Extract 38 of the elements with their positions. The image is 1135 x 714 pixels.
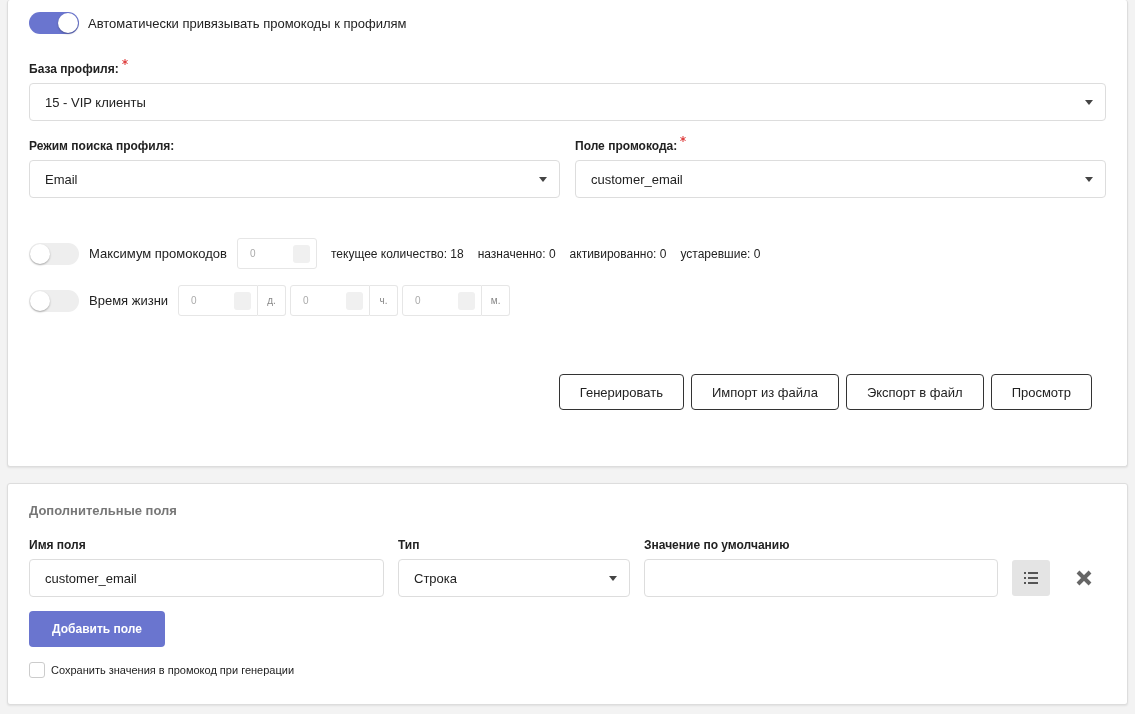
column-label: Значение по умолчанию [644, 538, 791, 552]
stat-text: устаревшие: 0 [680, 246, 761, 261]
unit-addon: ч. [370, 285, 399, 316]
default-value-input[interactable] [644, 559, 998, 597]
unit-addon: м. [482, 285, 511, 316]
field-label: База профиля: [29, 62, 119, 76]
column-label: Имя поля [29, 538, 87, 552]
toggle-label: Время жизни [89, 293, 169, 308]
stat-text: активированно: 0 [569, 246, 667, 261]
field-name-input[interactable]: customer_email [29, 559, 384, 597]
list-icon [1024, 572, 1038, 584]
action-button[interactable]: Генерировать [558, 374, 684, 410]
action-button[interactable]: Экспорт в файл [845, 374, 984, 410]
field-label: Поле промокода: [575, 139, 678, 153]
toggle-switch[interactable] [29, 289, 79, 312]
list-button[interactable] [1012, 560, 1050, 596]
action-button[interactable]: Импорт из файла [690, 374, 839, 410]
checkbox[interactable] [29, 662, 45, 678]
toggle-label: Автоматически привязывать промокоды к профилям [88, 15, 407, 31]
section-title: Дополнительные поля [29, 503, 178, 518]
promo-field-select[interactable]: customer_email [575, 160, 1106, 198]
stat-text: назначенно: 0 [477, 246, 556, 261]
search-mode-select[interactable]: Email [29, 160, 560, 198]
required-icon [121, 59, 128, 65]
profile-base-select[interactable]: 15 - VIP клиенты [29, 83, 1106, 121]
toggle-switch[interactable] [29, 242, 79, 265]
close-icon[interactable] [1076, 570, 1092, 586]
add-field-button[interactable]: Добавить поле [29, 611, 165, 647]
required-icon [680, 136, 687, 142]
action-button[interactable]: Просмотр [990, 374, 1092, 410]
field-label: Режим поиска профиля: [29, 139, 175, 153]
stat-text: текущее количество: 18 [330, 246, 464, 261]
toggle-label: Максимум промокодов [89, 246, 227, 261]
column-label: Тип [398, 538, 421, 552]
unit-addon: д. [258, 285, 287, 316]
toggle-switch[interactable] [29, 12, 79, 34]
checkbox-label: Сохранить значения в промокод при генерации [51, 664, 295, 676]
type-select[interactable]: Строка [398, 559, 630, 597]
